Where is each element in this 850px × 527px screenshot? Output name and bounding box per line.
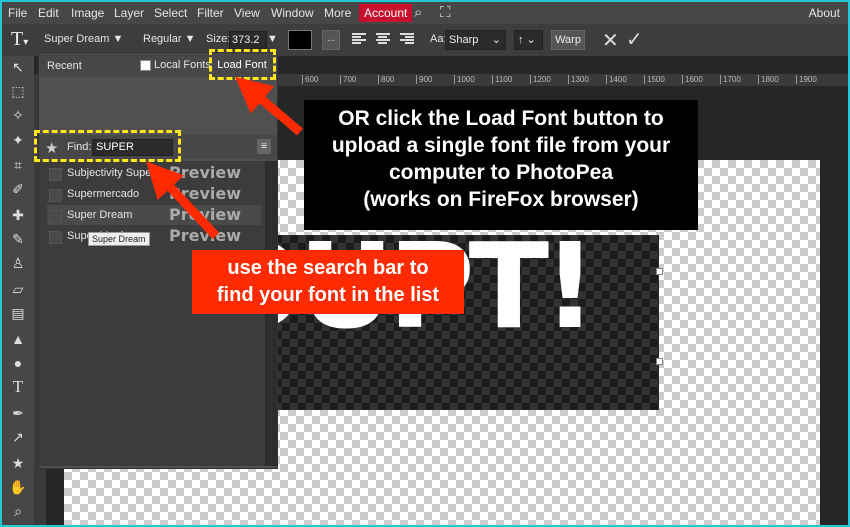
font-preview: Preview [169,226,242,245]
menu-window[interactable]: Window [271,6,314,20]
ruler-tick-label: 1200 [530,75,551,84]
transform-handle[interactable] [656,268,663,275]
tab-recent[interactable]: Recent [47,60,82,72]
local-fonts-label: Local Fonts [154,59,211,71]
menu-layer[interactable]: Layer [114,6,144,20]
ruler-tick-label: 600 [302,75,318,84]
callout-line: upload a single font file from your [331,134,671,157]
search-bar-callout: use the search bar to find your font in … [192,250,464,314]
ruler-tick-label: 1300 [568,75,589,84]
account-button[interactable]: Account [359,4,413,22]
size-input[interactable]: 373.2 [229,31,267,49]
magic-wand-tool-icon[interactable]: ✦ [8,131,28,149]
font-list-item[interactable]: Super Dream Preview [47,205,261,225]
font-favorite-checkbox[interactable] [49,210,62,223]
align-left-icon[interactable] [352,33,366,45]
font-family-select[interactable]: Super Dream ▼ [44,33,123,45]
size-dropdown-icon[interactable]: ▼ [267,33,278,45]
font-name: Supermercado [67,188,140,200]
font-tooltip: Super Dream [88,232,150,246]
cancel-icon[interactable]: ✕ [602,28,619,53]
path-select-tool-icon[interactable]: ↗ [8,428,28,446]
menu-file[interactable]: File [8,6,27,20]
menu-bar: File Edit Image Layer Select Filter View… [2,2,848,24]
font-favorite-checkbox[interactable] [49,189,62,202]
antialias-select[interactable]: Sharp ⌄ [445,30,506,50]
ruler-tick-label: 1700 [720,75,741,84]
blur-tool-icon[interactable]: ▲ [8,330,28,348]
zoom-tool-icon[interactable]: ⌕ [8,502,28,520]
eraser-tool-icon[interactable]: ▱ [8,280,28,298]
type-tool-icon[interactable]: T [8,378,28,396]
align-center-icon[interactable] [376,33,390,45]
menu-more[interactable]: More [324,6,351,20]
font-list-item[interactable]: Super Magic Preview [47,226,261,246]
ruler-tick-label: 1600 [682,75,703,84]
search-icon[interactable]: ⌕ [414,4,422,21]
size-label: Size: [206,33,231,45]
font-preview: Preview [169,205,242,224]
ruler-tick-label: 700 [340,75,356,84]
dodge-tool-icon[interactable]: ● [8,354,28,372]
marquee-tool-icon[interactable]: ⬚ [8,82,28,100]
shape-tool-icon[interactable]: ★ [8,454,28,472]
menu-about[interactable]: About [809,6,840,20]
callout-line: (works on FireFox browser) [363,188,639,211]
healing-tool-icon[interactable]: ✚ [8,206,28,224]
find-input-highlight [34,130,181,162]
more-options-button[interactable]: ... [322,30,340,50]
menu-filter[interactable]: Filter [197,6,224,20]
font-favorite-checkbox[interactable] [49,168,62,181]
menu-view[interactable]: View [234,6,260,20]
brush-tool-icon[interactable]: ✎ [8,230,28,248]
ruler-tick-label: 1800 [758,75,779,84]
load-font-highlight [209,49,276,80]
stamp-tool-icon[interactable]: ♙ [8,254,28,272]
warp-button[interactable]: Warp [551,30,585,50]
lasso-tool-icon[interactable]: ✧ [8,106,28,124]
callout-line: find your font in the list [216,284,440,306]
menu-image[interactable]: Image [71,6,104,20]
ruler-tick-label: 900 [416,75,432,84]
font-list-item[interactable]: Subjectivity Super Preview [47,163,261,183]
callout-line: use the search bar to [227,257,429,279]
callout-line: OR click the Load Font button to [338,107,664,130]
eyedropper-tool-icon[interactable]: ✐ [8,180,28,198]
type-tool-icon[interactable]: T▾ [11,28,28,51]
ruler-tick-label: 1100 [492,75,512,84]
gradient-tool-icon[interactable]: ▤ [8,304,28,322]
ruler-tick-label: 1400 [606,75,627,84]
font-name: Super Dream [67,209,133,221]
text-direction-select[interactable]: ↑ ⌄ [514,30,543,50]
fullscreen-icon[interactable]: ⛶ [440,4,451,21]
pen-tool-icon[interactable]: ✒ [8,404,28,422]
text-color-swatch[interactable] [288,30,312,50]
callout-line: computer to PhotoPea [388,161,614,184]
hand-tool-icon[interactable]: ✋ [8,478,28,496]
align-right-icon[interactable] [400,33,414,45]
font-style-select[interactable]: Regular ▼ [143,33,195,45]
font-favorite-checkbox[interactable] [49,231,62,244]
local-fonts-checkbox[interactable] [140,60,151,71]
font-preview: Preview [169,163,242,182]
move-tool-icon[interactable]: ↖ [8,58,28,76]
menu-edit[interactable]: Edit [38,6,59,20]
menu-select[interactable]: Select [154,6,187,20]
ruler-tick-label: 1500 [644,75,665,84]
crop-tool-icon[interactable]: ⌗ [8,156,28,174]
commit-check-icon[interactable]: ✓ [626,27,643,52]
panel-menu-button[interactable]: ≡ [257,139,271,154]
toolbox: ↖ ⬚ ✧ ✦ ⌗ ✐ ✚ ✎ ♙ ▱ ▤ ▲ ● T ✒ ↗ ★ ✋ ⌕ [2,56,34,525]
font-name: Subjectivity Super [67,167,156,179]
transform-handle[interactable] [656,358,663,365]
ruler-tick-label: 800 [378,75,394,84]
font-list-item[interactable]: Supermercado Preview [47,184,261,204]
load-font-callout: OR click the Load Font button to upload … [304,100,698,230]
ruler-tick-label: 1900 [796,75,817,84]
ruler-tick-label: 1000 [454,75,475,84]
font-preview: Preview [169,184,242,203]
